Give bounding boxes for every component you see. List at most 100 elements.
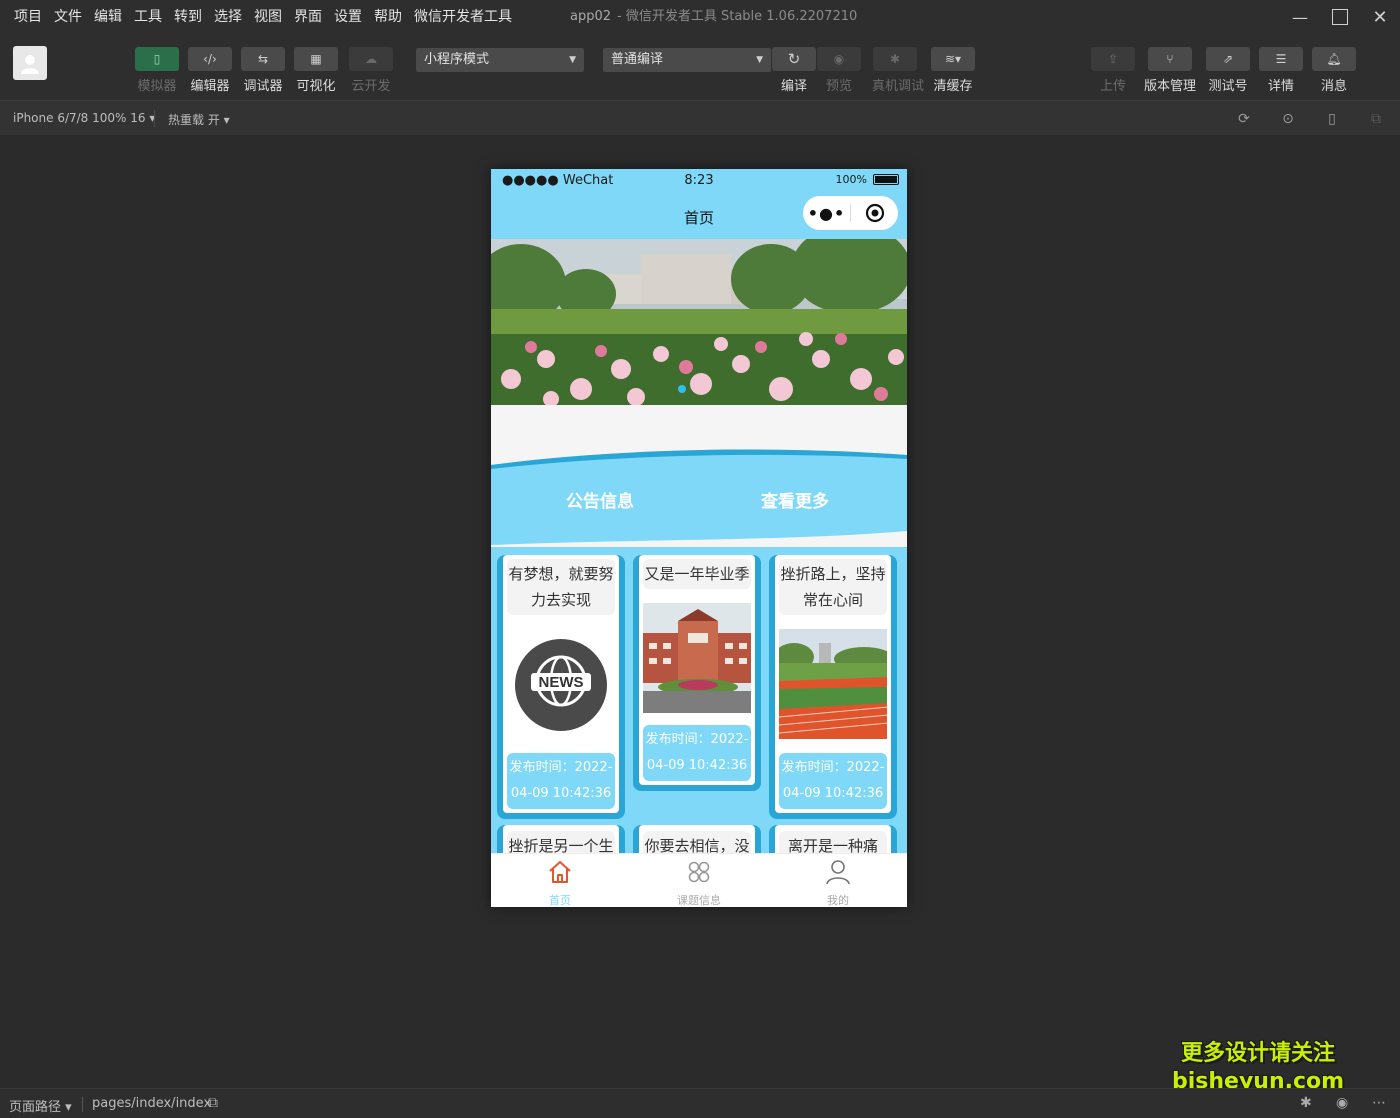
hot-reload-toggle[interactable]: 热重载 开 ▾ [168,111,230,128]
user-icon [826,860,850,885]
menu-project[interactable]: 项目 [8,0,48,34]
upload-tool[interactable]: ⇪ 上传 [1090,47,1136,94]
layers-icon: ≋▾ [931,47,975,71]
eye-icon[interactable]: ◉ [1336,1095,1348,1111]
battery: 100% [836,173,899,186]
menu-lines-icon: ☰ [1259,47,1303,71]
divider [154,110,155,127]
details-label: 详情 [1267,79,1294,94]
mode-select[interactable]: 小程序模式 ▼ [416,48,584,72]
home-icon [549,861,571,883]
visual-tool[interactable]: ▦ 可视化 [293,47,339,94]
battery-icon [873,174,899,185]
menu-tools[interactable]: 工具 [128,0,168,34]
phone-simulator: ●●●●● WeChat 8:23 100% 首页 •●• 公告信息 查看更多 … [491,169,907,907]
compile-select-value: 普通编译 [611,52,664,67]
avatar[interactable] [13,46,47,80]
phone-icon[interactable]: ▯ [1323,110,1341,128]
compile-tool[interactable]: ↻ 编译 [771,47,817,94]
stop-icon[interactable]: ⊙ [1279,110,1297,128]
minimize-button[interactable]: — [1280,0,1320,34]
banner-swiper[interactable] [491,239,907,405]
news-globe-icon: NEWS [515,639,607,731]
remote-debug-label: 真机调试 [872,79,925,94]
grid-icon [688,861,710,883]
test-account-tool[interactable]: ⇗ 测试号 [1205,47,1251,94]
page-path: pages/index/index [92,1096,212,1111]
copy-icon[interactable]: ⧉ [208,1095,218,1111]
compile-select[interactable]: 普通编译 ▼ [603,48,771,72]
menu-interface[interactable]: 界面 [288,0,328,34]
more-icon[interactable]: ⋯ [1372,1095,1386,1111]
cloud-tool[interactable]: ☁ 云开发 [348,47,394,94]
tab-label: 首页 [549,894,571,907]
menu-settings[interactable]: 设置 [328,0,368,34]
layout-icon: ▦ [294,47,338,71]
details-tool[interactable]: ☰ 详情 [1258,47,1304,94]
card-title: 又是一年毕业季 [643,559,751,589]
tab-home[interactable]: 首页 [491,858,629,907]
tab-mine[interactable]: 我的 [769,858,907,907]
debugger-label: 调试器 [243,79,283,94]
version-tool[interactable]: ⑂ 版本管理 [1141,47,1199,94]
window-title-text: - 微信开发者工具 Stable 1.06.2207210 [617,9,858,24]
menu-goto[interactable]: 转到 [168,0,208,34]
remote-debug-tool[interactable]: ✱ 真机调试 [872,47,925,94]
preview-tool[interactable]: ◉ 预览 [816,47,862,94]
menu-file[interactable]: 文件 [48,0,88,34]
toolbar: ▯ 模拟器 ‹/› 编辑器 ⇆ 调试器 ▦ 可视化 ☁ 云开发 小程序模式 ▼ … [0,34,1400,100]
debugger-tool[interactable]: ⇆ 调试器 [240,47,286,94]
branch-icon: ⑂ [1148,47,1192,71]
close-miniprogram-icon[interactable] [851,203,898,223]
popout-icon[interactable]: ⧉ [1367,110,1385,128]
notice-card[interactable]: 挫折路上，坚持常在心间 发布时间：2022-04-09 10:42:36 [769,555,897,819]
menu-help[interactable]: 帮助 [368,0,408,34]
minimize-icon: — [1292,7,1308,27]
news-image: NEWS [507,637,615,737]
clear-cache-tool[interactable]: ≋▾ 清缓存 [930,47,976,94]
device-select[interactable]: iPhone 6/7/8 100% 16 ▾ [13,111,155,125]
external-link-icon: ⇗ [1206,47,1250,71]
svg-text:NEWS: NEWS [539,674,584,691]
window-controls: — ✕ [1280,0,1400,34]
version-label: 版本管理 [1143,79,1196,94]
more-icon[interactable]: •●• [803,204,850,223]
rotate-icon[interactable]: ⟳ [1235,110,1253,128]
phone-nav-bar: 首页 •●• [491,193,907,239]
card-publish-time: 发布时间：2022-04-09 10:42:36 [507,753,615,809]
chevron-down-icon: ▼ [756,55,763,65]
tab-topics[interactable]: 课题信息 [630,858,768,907]
notice-card[interactable]: 又是一年毕业季 发布时间：2022-04-09 10:42:36 [633,555,761,791]
simulator-label: 模拟器 [137,79,177,94]
swiper-indicator-dot[interactable] [678,385,686,393]
menu-view[interactable]: 视图 [248,0,288,34]
cloud-label: 云开发 [351,79,391,94]
debug-icon: ⇆ [241,47,285,71]
menu-wechat-devtools[interactable]: 微信开发者工具 [408,0,518,34]
notice-card[interactable]: 有梦想，就要努力去实现 NEWS 发布时间：2022-04-09 10:42:3… [497,555,625,819]
page-path-select[interactable]: 页面路径 ▾ [9,1096,72,1115]
bug-icon: ✱ [873,47,917,71]
menu-select[interactable]: 选择 [208,0,248,34]
messages-label: 消息 [1320,79,1347,94]
card-publish-time: 发布时间：2022-04-09 10:42:36 [643,725,751,781]
bug-icon[interactable]: ✱ [1300,1095,1312,1111]
compile-label: 编译 [780,79,807,94]
eye-icon: ◉ [817,47,861,71]
simulator-bar: iPhone 6/7/8 100% 16 ▾ 热重载 开 ▾ ⟳ ⊙ ▯ ⧉ [0,100,1400,135]
code-icon: ‹/› [188,47,232,71]
maximize-button[interactable] [1320,0,1360,34]
bell-icon: 🔔︎ [1312,47,1356,71]
editor-tool[interactable]: ‹/› 编辑器 [187,47,233,94]
phone-icon: ▯ [135,47,179,71]
view-more-link[interactable]: 查看更多 [761,487,829,512]
messages-tool[interactable]: 🔔︎ 消息 [1311,47,1357,94]
clear-cache-label: 清缓存 [933,79,973,94]
menu-edit[interactable]: 编辑 [88,0,128,34]
status-bar: 页面路径 ▾ pages/index/index ⧉ ✱ ◉ ⋯ [0,1088,1400,1118]
preview-label: 预览 [825,79,852,94]
close-button[interactable]: ✕ [1360,0,1400,34]
simulator-tool[interactable]: ▯ 模拟器 [134,47,180,94]
phone-status-bar: ●●●●● WeChat 8:23 100% [491,169,907,193]
card-body: 挫折路上，坚持常在心间 发布时间：2022-04-09 10:42:36 [775,555,891,813]
